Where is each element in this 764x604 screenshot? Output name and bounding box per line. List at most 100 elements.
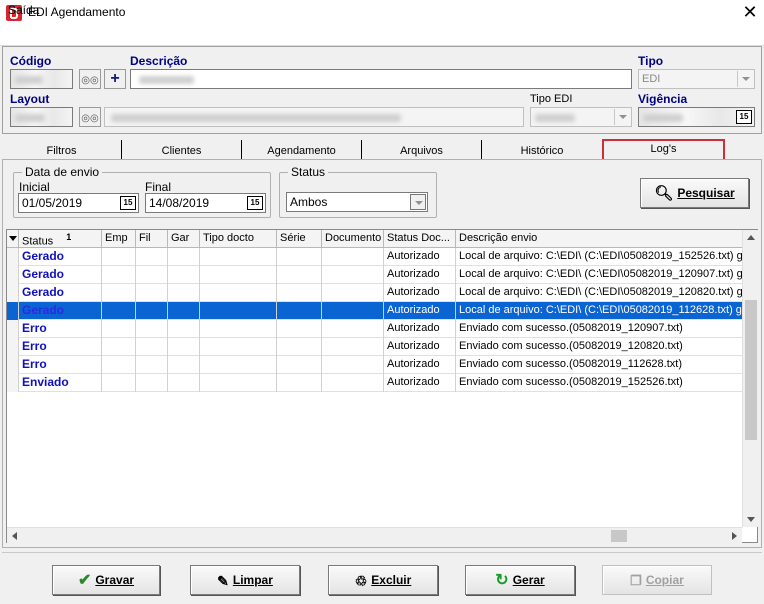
column-header-status[interactable]: Status 1	[19, 230, 102, 248]
column-header-status-doc[interactable]: Status Doc...	[384, 230, 456, 248]
row-selector[interactable]	[7, 374, 19, 392]
cell-serie[interactable]	[277, 248, 322, 266]
cell-gar[interactable]	[168, 266, 200, 284]
cell-status[interactable]: Erro	[19, 356, 102, 374]
cell-descricao-envio[interactable]: Enviado com sucesso.(05082019_120820.txt…	[456, 338, 742, 356]
cell-serie[interactable]	[277, 356, 322, 374]
cell-gar[interactable]	[168, 356, 200, 374]
table-row[interactable]: Erro Autorizado Enviado com sucesso.(05082…	[7, 356, 742, 374]
cell-status-doc[interactable]: Autorizado	[384, 302, 456, 320]
cell-status-doc[interactable]: Autorizado	[384, 248, 456, 266]
cell-emp[interactable]	[102, 338, 136, 356]
cell-descricao-envio[interactable]: Local de arquivo: C:\EDI\ (C:\EDI\050820…	[456, 266, 742, 284]
cell-serie[interactable]	[277, 266, 322, 284]
row-selector[interactable]	[7, 338, 19, 356]
cell-descricao-envio[interactable]: Enviado com sucesso.(05082019_120907.txt…	[456, 320, 742, 338]
cell-fil[interactable]	[136, 338, 168, 356]
add-button[interactable]: +	[104, 69, 126, 89]
tipo-edi-select[interactable]	[530, 107, 632, 127]
cell-status-doc[interactable]: Autorizado	[384, 338, 456, 356]
table-row[interactable]: Gerado Autorizado Local de arquivo: C:\EDI…	[7, 284, 742, 302]
cell-fil[interactable]	[136, 266, 168, 284]
cell-descricao-envio[interactable]: Enviado com sucesso.(05082019_152526.txt…	[456, 374, 742, 392]
cell-serie[interactable]	[277, 320, 322, 338]
scroll-left-icon[interactable]	[7, 528, 23, 544]
column-header-documento[interactable]: Documento	[322, 230, 384, 248]
cell-tipo-docto[interactable]	[200, 374, 277, 392]
cell-gar[interactable]	[168, 302, 200, 320]
cell-serie[interactable]	[277, 374, 322, 392]
vertical-scroll-thumb[interactable]	[745, 300, 757, 440]
cell-documento[interactable]	[322, 356, 384, 374]
cell-documento[interactable]	[322, 266, 384, 284]
cell-emp[interactable]	[102, 320, 136, 338]
cell-fil[interactable]	[136, 356, 168, 374]
cell-serie[interactable]	[277, 284, 322, 302]
pesquisar-button[interactable]: 🔍︎ Pesquisar	[640, 178, 749, 208]
cell-descricao-envio[interactable]: Local de arquivo: C:\EDI\ (C:\EDI\050820…	[456, 302, 742, 320]
cell-documento[interactable]	[322, 374, 384, 392]
calendar-icon[interactable]: 15	[120, 196, 136, 210]
cell-gar[interactable]	[168, 374, 200, 392]
cell-fil[interactable]	[136, 320, 168, 338]
scroll-up-icon[interactable]	[743, 230, 759, 246]
column-header-gar[interactable]: Gar	[168, 230, 200, 248]
column-header-tipo-docto[interactable]: Tipo docto	[200, 230, 277, 248]
cell-descricao-envio[interactable]: Enviado com sucesso.(05082019_112628.txt…	[456, 356, 742, 374]
log-grid[interactable]: Status 1 Emp Fil Gar Tipo docto Série Do…	[6, 229, 758, 543]
row-selector[interactable]	[7, 248, 19, 266]
table-row[interactable]: Enviado Autorizado Enviado com sucesso.(05…	[7, 374, 742, 392]
cell-status-doc[interactable]: Autorizado	[384, 320, 456, 338]
cell-tipo-docto[interactable]	[200, 266, 277, 284]
cell-status-doc[interactable]: Autorizado	[384, 284, 456, 302]
cell-emp[interactable]	[102, 374, 136, 392]
cell-status[interactable]: Gerado	[19, 284, 102, 302]
cell-documento[interactable]	[322, 248, 384, 266]
cell-tipo-docto[interactable]	[200, 356, 277, 374]
cell-status[interactable]: Erro	[19, 320, 102, 338]
cell-status[interactable]: Gerado	[19, 302, 102, 320]
scroll-down-icon[interactable]	[743, 511, 759, 527]
cell-serie[interactable]	[277, 302, 322, 320]
cell-descricao-envio[interactable]: Local de arquivo: C:\EDI\ (C:\EDI\050820…	[456, 284, 742, 302]
column-header-serie[interactable]: Série	[277, 230, 322, 248]
calendar-icon[interactable]: 15	[247, 196, 263, 210]
column-header-fil[interactable]: Fil	[136, 230, 168, 248]
table-row[interactable]: Erro Autorizado Enviado com sucesso.(05082…	[7, 320, 742, 338]
final-date-input[interactable]: 14/08/2019 15	[145, 193, 266, 213]
inicial-date-input[interactable]: 01/05/2019 15	[18, 193, 139, 213]
vertical-scrollbar[interactable]	[742, 230, 758, 527]
cell-gar[interactable]	[168, 320, 200, 338]
row-selector[interactable]	[7, 284, 19, 302]
row-selector[interactable]	[7, 302, 19, 320]
cell-status-doc[interactable]: Autorizado	[384, 266, 456, 284]
cell-gar[interactable]	[168, 338, 200, 356]
search-layout-button[interactable]: ◎◎	[79, 107, 101, 127]
row-selector[interactable]	[7, 320, 19, 338]
tab-arquivos[interactable]: Arquivos	[362, 140, 482, 160]
cell-descricao-envio[interactable]: Local de arquivo: C:\EDI\ (C:\EDI\050820…	[456, 248, 742, 266]
horizontal-scroll-thumb[interactable]	[611, 530, 627, 542]
codigo-input[interactable]	[10, 69, 73, 89]
cell-gar[interactable]	[168, 284, 200, 302]
table-row[interactable]: Gerado Autorizado Local de arquivo: C:\EDI…	[7, 248, 742, 266]
cell-tipo-docto[interactable]	[200, 302, 277, 320]
row-selector[interactable]	[7, 356, 19, 374]
tab-historico[interactable]: Histórico	[482, 140, 602, 160]
limpar-button[interactable]: ✎ Limpar	[190, 565, 300, 595]
tab-filtros[interactable]: Filtros	[2, 140, 122, 160]
cell-documento[interactable]	[322, 320, 384, 338]
tab-agendamento[interactable]: Agendamento	[242, 140, 362, 160]
cell-serie[interactable]	[277, 338, 322, 356]
status-select[interactable]: Ambos	[286, 192, 428, 212]
cell-emp[interactable]	[102, 266, 136, 284]
cell-status-doc[interactable]: Autorizado	[384, 356, 456, 374]
horizontal-scrollbar[interactable]	[7, 527, 742, 543]
gerar-button[interactable]: ↻ Gerar	[465, 565, 575, 595]
column-header-emp[interactable]: Emp	[102, 230, 136, 248]
table-row[interactable]: Gerado Autorizado Local de arquivo: C:\EDI…	[7, 302, 742, 320]
cell-emp[interactable]	[102, 356, 136, 374]
table-row[interactable]: Erro Autorizado Enviado com sucesso.(05082…	[7, 338, 742, 356]
cell-gar[interactable]	[168, 248, 200, 266]
calendar-icon[interactable]: 15	[736, 110, 752, 124]
